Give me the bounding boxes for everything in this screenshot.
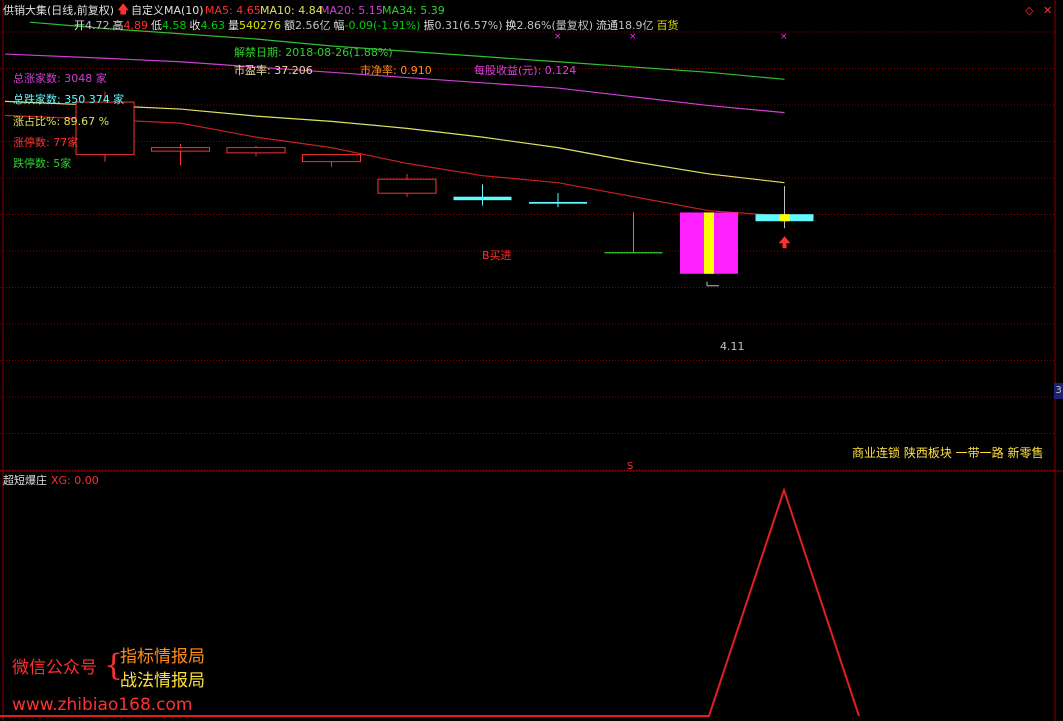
candle-body [75,101,135,156]
quote-value: 百货 [656,19,679,32]
limit-down-count: 跌停数: 5家 [13,157,72,170]
quote-value: 4.58 [162,19,187,32]
brand-name-2: 战法情报局 [120,671,205,691]
quote-label: 额 [284,19,295,32]
unlock-date: 解禁日期: 2018-08-26(1.88%) [234,46,393,59]
top-marker-icon: × [780,32,788,42]
main-chart-panel[interactable]: × × × 供销大集(日线,前复权) 🡅 自定义MA(10) MA5: 4.65 M… [0,0,1063,472]
quote-label: 低 [151,19,162,32]
close-icon[interactable]: ✕ [1043,4,1052,17]
total-up-count: 总涨家数: 3048 家 [13,72,107,85]
up-ratio: 涨占比%: 89.67 % [13,115,110,128]
price-edge-tag: 3 [1054,383,1063,399]
sector-tags[interactable]: 商业连锁 陕西板块 一带一路 新零售 [852,447,1043,460]
quote-label: 高 [112,19,124,32]
buy-signal-label: B买进 [482,249,512,262]
quote-value: 18.9亿 [618,19,654,32]
candle-body [377,178,437,194]
indicator-title[interactable]: 超短爆庄 [3,474,47,487]
quote-label: 开 [74,19,85,32]
indicator-name[interactable]: 自定义MA(10) [131,4,204,17]
buy-arrow-icon [778,236,791,249]
ma20-label: MA20: 5.15 [320,4,383,17]
low-price-label: 4.11 [720,340,745,353]
quote-label: 振 [423,19,435,32]
pb-ratio: 市净率: 0.910 [360,64,432,77]
sell-marker: S [627,461,634,472]
eps: 每股收益(元): 0.124 [474,64,577,77]
ma34-label: MA34: 5.39 [382,4,445,17]
pe-ratio: 市盈率: 37.206 [234,64,313,77]
candle-body [529,201,587,204]
candle-body [226,147,286,154]
limit-up-count: 涨停数: 77家 [13,136,79,149]
candle-highlight [779,214,790,222]
candle-body [151,147,210,152]
quote-value: 0.31(6.57%) [434,19,503,32]
top-marker-icon: × [554,32,562,42]
quote-value: -0.09(-1.91%) [344,19,421,32]
diamond-icon[interactable]: ◇ [1025,4,1033,17]
site-url[interactable]: www.zhibiao168.com [12,695,192,715]
brand-name-1: 指标情报局 [120,647,205,667]
total-down-count: 总跌家数: 350 374 家 [13,93,125,106]
quote-value: 2.86%(量复权) [516,19,594,32]
ma5-label: MA5: 4.65 [205,4,261,17]
quote-value: 4.63 [200,19,226,32]
up-arrow-icon: 🡅 [117,2,130,16]
candle-body [453,196,512,201]
chart-title: 供销大集(日线,前复权) [3,4,115,17]
quote-value: 4.72 [85,19,110,32]
quote-label: 流通 [596,19,619,32]
quote-row: 开4.72 高4.89 低4.58 收4.63 量540276 额2.56亿 幅-0.09(… [74,19,682,32]
ma10-label: MA10: 4.84 [260,4,323,17]
wechat-label: 微信公众号 [12,658,97,678]
quote-label: 收 [189,19,201,32]
xg-value-label: XG: 0.00 [51,474,99,487]
indicator-panel[interactable]: 超短爆庄 XG: 0.00 微信公众号 { 指标情报局 战法情报局 www.zh… [0,472,1063,721]
quote-value: 2.56亿 [295,19,331,32]
candle-body [302,154,361,163]
quote-value: 4.89 [123,19,149,32]
quote-label: 量 [228,19,239,32]
quote-label: 换 [505,19,517,32]
quote-value: 540276 [239,19,281,32]
quote-label: 幅 [333,19,345,32]
candle-highlight [704,212,714,274]
top-marker-icon: × [629,32,637,42]
